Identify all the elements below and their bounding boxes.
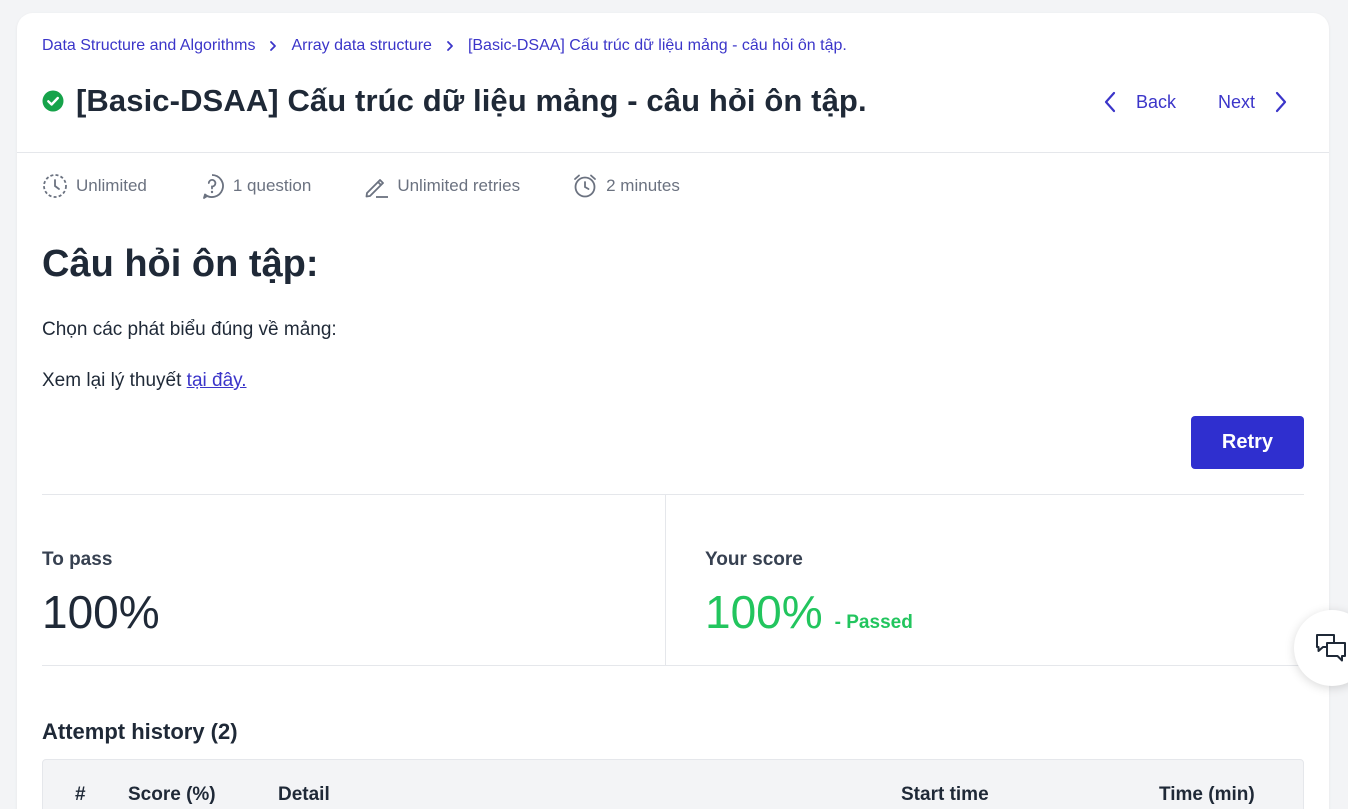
your-score: 100% - Passed <box>705 585 913 639</box>
title-row: [Basic-DSAA] Cấu trúc dữ liệu mảng - câu… <box>42 83 867 119</box>
back-button[interactable]: Back <box>1102 90 1176 114</box>
stats-divider <box>665 495 666 665</box>
column-header-start-time: Start time <box>901 784 989 805</box>
your-score-value: 100% <box>705 586 823 638</box>
meta-time-limit: Unlimited <box>42 173 147 199</box>
lesson-nav: Back Next <box>1102 90 1289 114</box>
chat-icon <box>1316 634 1346 662</box>
question-icon <box>202 174 224 199</box>
meta-retries: Unlimited retries <box>363 173 520 199</box>
chevron-right-icon <box>1275 91 1287 113</box>
alarm-clock-icon <box>574 174 597 198</box>
column-header-time: Time (min) <box>1159 784 1255 805</box>
chevron-right-icon <box>255 40 291 52</box>
section-heading: Câu hỏi ôn tập: <box>42 243 319 285</box>
to-pass-label: To pass <box>42 549 113 570</box>
review-link[interactable]: tại đây. <box>187 370 247 391</box>
review-prefix: Xem lại lý thuyết <box>42 370 187 391</box>
retry-button[interactable]: Retry <box>1191 416 1304 469</box>
edit-icon <box>365 179 389 198</box>
meta-questions: 1 question <box>199 173 311 199</box>
to-pass-value: 100% <box>42 586 160 638</box>
page-header: Data Structure and Algorithms Array data… <box>17 13 1329 153</box>
quiz-card: Data Structure and Algorithms Array data… <box>17 13 1329 809</box>
your-score-status: - Passed <box>834 612 913 633</box>
next-button[interactable]: Next <box>1218 90 1289 114</box>
column-header-number: # <box>75 784 86 805</box>
column-header-score: Score (%) <box>128 784 216 805</box>
page-title: [Basic-DSAA] Cấu trúc dữ liệu mảng - câu… <box>76 83 867 118</box>
attempt-history-table-header: # Score (%) Detail Start time Time (min) <box>42 759 1304 809</box>
attempt-history-title: Attempt history (2) <box>42 719 238 744</box>
meta-duration: 2 minutes <box>572 173 680 199</box>
quiz-meta: Unlimited 1 question Unlimited retries 2… <box>42 173 732 199</box>
chevron-left-icon <box>1104 91 1116 113</box>
questions-text: 1 question <box>232 176 312 195</box>
timer-icon <box>43 174 67 198</box>
next-label: Next <box>1217 91 1255 112</box>
retries-text: Unlimited retries <box>397 176 521 195</box>
back-label: Back <box>1135 91 1176 112</box>
breadcrumb-item-array[interactable]: Array data structure <box>291 37 432 55</box>
question-instruction: Chọn các phát biểu đúng về mảng: <box>42 319 337 340</box>
review-paragraph: Xem lại lý thuyết tại đây. <box>42 370 247 392</box>
breadcrumb-item-current[interactable]: [Basic-DSAA] Cấu trúc dữ liệu mảng - câu… <box>468 37 847 55</box>
column-header-detail: Detail <box>278 784 330 805</box>
check-circle-icon <box>42 90 64 112</box>
duration-text: 2 minutes <box>606 176 680 195</box>
your-score-label: Your score <box>705 549 803 570</box>
score-summary: To pass 100% Your score 100% - Passed <box>42 494 1304 666</box>
breadcrumb: Data Structure and Algorithms Array data… <box>42 37 847 55</box>
breadcrumb-item-dsa[interactable]: Data Structure and Algorithms <box>42 37 255 55</box>
time-limit-text: Unlimited <box>76 176 147 195</box>
chevron-right-icon <box>432 40 468 52</box>
